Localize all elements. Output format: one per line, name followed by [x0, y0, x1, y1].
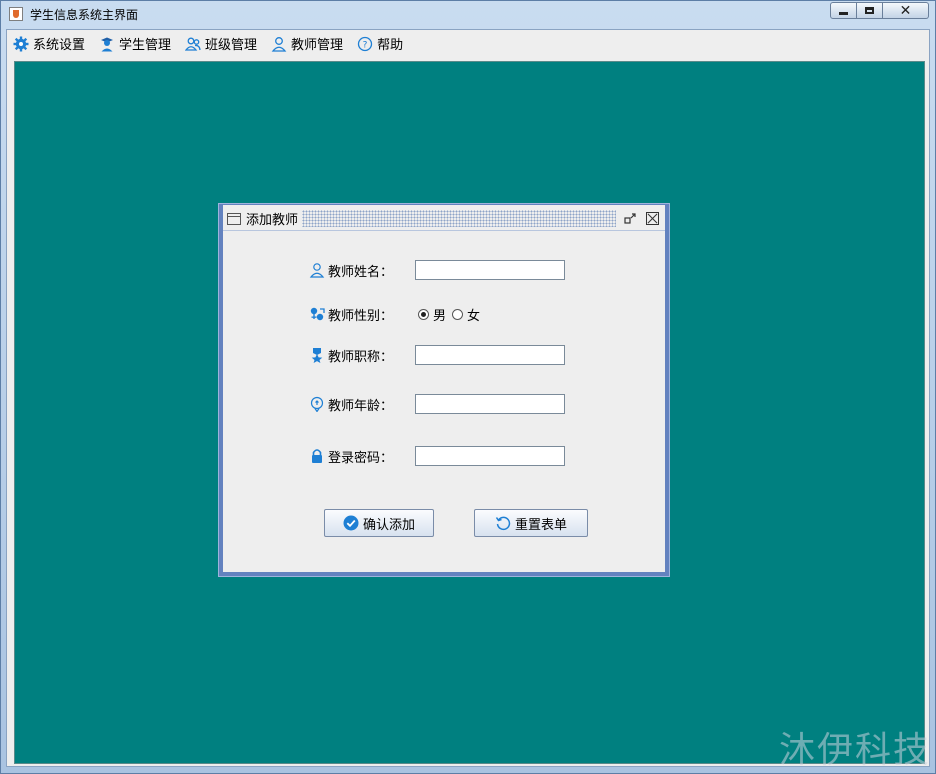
close-icon: ✕ [899, 2, 912, 19]
menu-label: 帮助 [377, 38, 404, 53]
lock-icon [308, 447, 326, 465]
frame-icon [227, 212, 241, 225]
window-title: 学生信息系统主界面 [30, 8, 139, 22]
menu-label: 教师管理 [291, 38, 344, 53]
teacher-title-input[interactable] [415, 345, 565, 365]
menu-help[interactable]: ? 帮助 [357, 34, 403, 53]
main-window: 学生信息系统主界面 ✕ 系统设置 学生管理 班级管理 教师管理 ? 帮助 添加教… [0, 0, 936, 774]
person-icon [308, 261, 326, 279]
confirm-add-button[interactable]: 确认添加 [324, 509, 434, 537]
watermark: 沐伊科技 [778, 730, 931, 771]
menu-bar: 系统设置 学生管理 班级管理 教师管理 ? 帮助 [7, 30, 929, 57]
button-label: 确认添加 [362, 517, 415, 533]
age-row: 教师年龄： [308, 393, 418, 415]
add-teacher-dialog: 添加教师 教师姓名： 教师性别： 男 女 教师职称： 教师年龄： 登录密码： 确… [219, 204, 669, 576]
minimize-button[interactable] [830, 2, 857, 19]
help-icon: ? [357, 36, 373, 52]
title-grip [302, 210, 616, 227]
menu-class-management[interactable]: 班级管理 [185, 34, 257, 53]
gender-male-radio[interactable]: 男 [418, 305, 446, 324]
gender-female-radio[interactable]: 女 [452, 305, 480, 324]
password-input[interactable] [415, 446, 565, 466]
refresh-icon [495, 515, 511, 531]
reset-form-button[interactable]: 重置表单 [474, 509, 588, 537]
check-circle-icon [343, 515, 359, 531]
age-label: 教师年龄： [328, 398, 394, 414]
dialog-title: 添加教师 [246, 213, 299, 228]
restore-button[interactable] [622, 211, 638, 227]
maximize-button[interactable] [857, 2, 883, 19]
menu-label: 系统设置 [33, 38, 86, 53]
menu-label: 学生管理 [119, 38, 172, 53]
teacher-icon [271, 36, 287, 52]
menu-teacher-management[interactable]: 教师管理 [271, 34, 343, 53]
teacher-name-input[interactable] [415, 260, 565, 280]
job-title-row: 教师职称： [308, 344, 418, 366]
password-row: 登录密码： [308, 445, 418, 467]
teacher-age-input[interactable] [415, 394, 565, 414]
radio-label: 男 [433, 308, 447, 324]
menu-label: 班级管理 [205, 38, 258, 53]
gear-icon [13, 36, 29, 52]
radio-label: 女 [467, 308, 481, 324]
gender-icon [308, 305, 326, 323]
award-icon [308, 346, 326, 364]
dialog-close-button[interactable] [646, 212, 659, 225]
gender-row: 教师性别： 男 女 [308, 303, 486, 325]
student-icon [99, 36, 115, 52]
close-button[interactable]: ✕ [883, 2, 929, 19]
client-area: 系统设置 学生管理 班级管理 教师管理 ? 帮助 添加教师 教师姓名： 教师性别… [6, 29, 930, 767]
title-bar[interactable]: 学生信息系统主界面 ✕ [1, 1, 935, 27]
desktop-pane: 添加教师 教师姓名： 教师性别： 男 女 教师职称： 教师年龄： 登录密码： 确… [14, 61, 925, 764]
name-row: 教师姓名： [308, 259, 418, 281]
maximize-icon [865, 7, 874, 14]
radio-indicator [418, 308, 429, 320]
menu-student-management[interactable]: 学生管理 [99, 34, 171, 53]
window-controls: ✕ [830, 2, 929, 19]
menu-system-settings[interactable]: 系统设置 [13, 34, 85, 53]
java-app-icon [9, 7, 23, 21]
svg-text:?: ? [363, 40, 368, 50]
button-label: 重置表单 [514, 517, 567, 533]
class-icon [185, 36, 201, 52]
balloon-icon [308, 395, 326, 413]
restore-icon [624, 212, 636, 224]
name-label: 教师姓名： [328, 264, 394, 280]
minimize-icon [839, 12, 848, 15]
dialog-title-bar[interactable]: 添加教师 [223, 207, 665, 231]
gender-label: 教师性别： [328, 308, 394, 324]
radio-indicator [452, 308, 464, 320]
job-title-label: 教师职称： [328, 349, 394, 365]
password-label: 登录密码： [328, 450, 394, 466]
